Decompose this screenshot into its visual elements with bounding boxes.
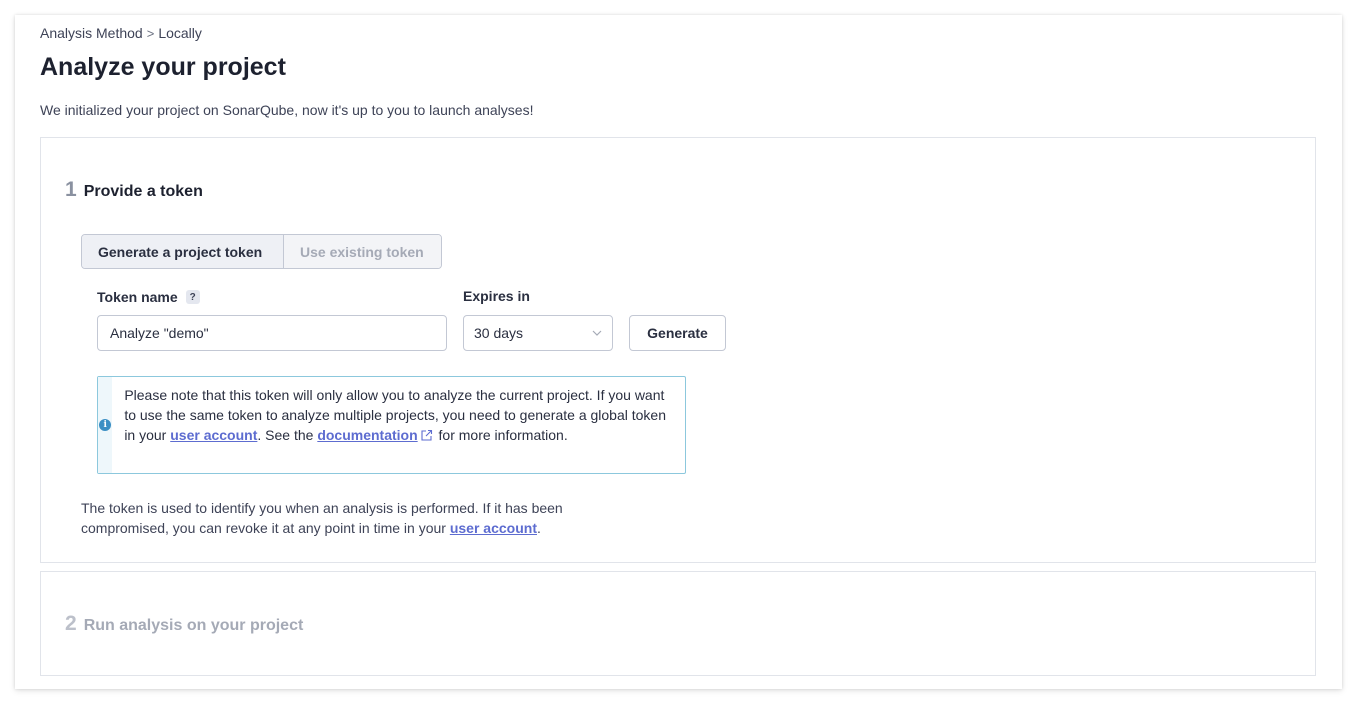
intro-text: We initialized your project on SonarQube… <box>40 102 534 118</box>
step2-header: 2 Run analysis on your project <box>65 612 303 636</box>
alert-text-part2: . See the <box>257 427 318 443</box>
step2-title: Run analysis on your project <box>83 617 304 634</box>
breadcrumb-analysis-method[interactable]: Analysis Method <box>40 25 143 41</box>
alert-text: Please note that this token will only al… <box>112 377 685 473</box>
token-name-input[interactable] <box>97 315 447 351</box>
token-name-label: Token name ? <box>97 289 200 305</box>
user-account-link[interactable]: user account <box>170 427 257 443</box>
chevron-down-icon <box>592 330 602 336</box>
use-existing-token-tab[interactable]: Use existing token <box>283 235 441 268</box>
generate-project-token-tab[interactable]: Generate a project token <box>82 235 283 268</box>
breadcrumb-locally: Locally <box>158 25 202 41</box>
step-run-analysis: 2 Run analysis on your project <box>40 571 1316 676</box>
alert-text-part3: for more information. <box>434 427 568 443</box>
expires-in-select[interactable]: 30 days <box>463 315 613 351</box>
generate-button[interactable]: Generate <box>629 315 726 351</box>
breadcrumb-separator: > <box>146 25 155 41</box>
external-link-icon <box>421 429 432 441</box>
step1-number: 1 <box>65 178 77 201</box>
note-user-account-link[interactable]: user account <box>450 520 537 536</box>
expires-in-value: 30 days <box>474 325 524 341</box>
step-provide-token: 1 Provide a token Generate a project tok… <box>40 137 1316 563</box>
question-icon[interactable]: ? <box>185 290 200 304</box>
step1-header: 1 Provide a token <box>65 178 203 202</box>
breadcrumb: Analysis Method > Locally <box>40 25 202 41</box>
expires-in-label: Expires in <box>463 288 530 304</box>
step2-number: 2 <box>65 612 77 635</box>
token-note-end: . <box>536 520 541 536</box>
step1-title: Provide a token <box>83 183 203 200</box>
main-card: Analysis Method > Locally Analyze your p… <box>15 15 1342 689</box>
info-icon: i <box>99 419 112 431</box>
token-note: The token is used to identify you when a… <box>81 498 641 538</box>
token-mode-toggle: Generate a project token Use existing to… <box>81 234 442 269</box>
alert-icon-area: i <box>98 377 113 473</box>
page-title: Analyze your project <box>40 53 286 81</box>
info-alert: i Please note that this token will only … <box>97 376 686 474</box>
documentation-link[interactable]: documentation <box>317 427 417 443</box>
token-name-label-text: Token name <box>97 289 178 305</box>
